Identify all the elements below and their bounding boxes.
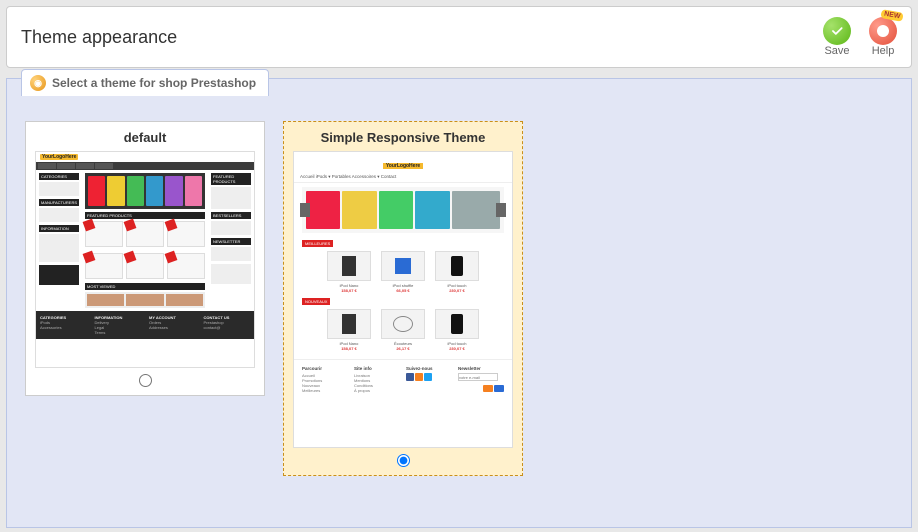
preview-block-header: FEATURED PRODUCTS: [85, 212, 205, 219]
preview-section-tag: MEILLEURES: [302, 240, 333, 247]
lifebuoy-icon: NEW: [869, 17, 897, 45]
preview-product-price: 230,07 €: [435, 346, 479, 351]
preview-footer-title: INFORMATION: [95, 315, 142, 320]
panel-tab-label: Select a theme for shop Prestashop: [52, 76, 256, 90]
preview-logo: YourLogoHere: [40, 154, 78, 160]
theme-preview-default: YourLogoHere CATEGORIES MANUFACTURERS IN…: [35, 151, 255, 368]
page-header: Theme appearance Save NEW Help: [6, 6, 912, 68]
preview-footer-title: MY ACCOUNT: [149, 315, 196, 320]
theme-card-simple-responsive[interactable]: Simple Responsive Theme YourLogoHere Acc…: [283, 121, 523, 476]
preview-footer-title: CONTACT US: [204, 315, 251, 320]
preview-footer-title: Newsletter: [458, 366, 504, 371]
preview-product-price: 26,17 €: [381, 346, 425, 351]
carousel-prev-icon: [300, 203, 310, 217]
preview-product-price: 66,05 €: [381, 288, 425, 293]
preview-product-price: 230,07 €: [435, 288, 479, 293]
save-label: Save: [824, 45, 849, 57]
preview-product-price: 158,07 €: [327, 346, 371, 351]
preview-hero: [302, 187, 504, 233]
theme-tab-icon: ◉: [30, 75, 46, 91]
preview-section-tag: NOUVEAUX: [302, 298, 330, 305]
preview-footer-title: Site info: [354, 366, 400, 371]
preview-newsletter-input: [458, 373, 498, 381]
theme-radio-simple-responsive[interactable]: [397, 454, 410, 467]
theme-card-default[interactable]: default YourLogoHere CATEGORIES MANUFACT…: [25, 121, 265, 396]
preview-block-header: INFORMATION: [39, 225, 79, 232]
preview-block-header: NEWSLETTER: [211, 238, 251, 245]
help-button[interactable]: NEW Help: [869, 17, 897, 57]
preview-block-header: BESTSELLERS: [211, 212, 251, 219]
help-label: Help: [872, 45, 895, 57]
page-title: Theme appearance: [21, 27, 177, 48]
preview-product-price: 158,07 €: [327, 288, 371, 293]
preview-block-header: MANUFACTURERS: [39, 199, 79, 206]
theme-radio-default[interactable]: [139, 374, 152, 387]
themes-grid: default YourLogoHere CATEGORIES MANUFACT…: [7, 79, 911, 518]
carousel-next-icon: [496, 203, 506, 217]
preview-block-header: FEATURED PRODUCTS: [211, 173, 251, 185]
new-badge: NEW: [880, 9, 904, 22]
preview-logo: YourLogoHere: [383, 163, 423, 169]
preview-nav: [36, 162, 254, 170]
preview-block-header: MOST VIEWED: [85, 283, 205, 290]
preview-menu: Accueil iPods ▾ Portables Accessoires ▾ …: [294, 172, 512, 183]
panel-tab: ◉ Select a theme for shop Prestashop: [21, 69, 269, 96]
preview-block-header: CATEGORIES: [39, 173, 79, 180]
check-circle-icon: [823, 17, 851, 45]
theme-preview-simple-responsive: YourLogoHere Accueil iPods ▾ Portables A…: [293, 151, 513, 448]
theme-title: Simple Responsive Theme: [321, 126, 486, 151]
preview-footer-title: Parcourir: [302, 366, 348, 371]
theme-panel: ◉ Select a theme for shop Prestashop def…: [6, 78, 912, 528]
preview-footer-title: Suivez-nous: [406, 366, 452, 371]
theme-title: default: [124, 126, 167, 151]
preview-footer-title: CATEGORIES: [40, 315, 87, 320]
header-actions: Save NEW Help: [823, 17, 897, 57]
save-button[interactable]: Save: [823, 17, 851, 57]
